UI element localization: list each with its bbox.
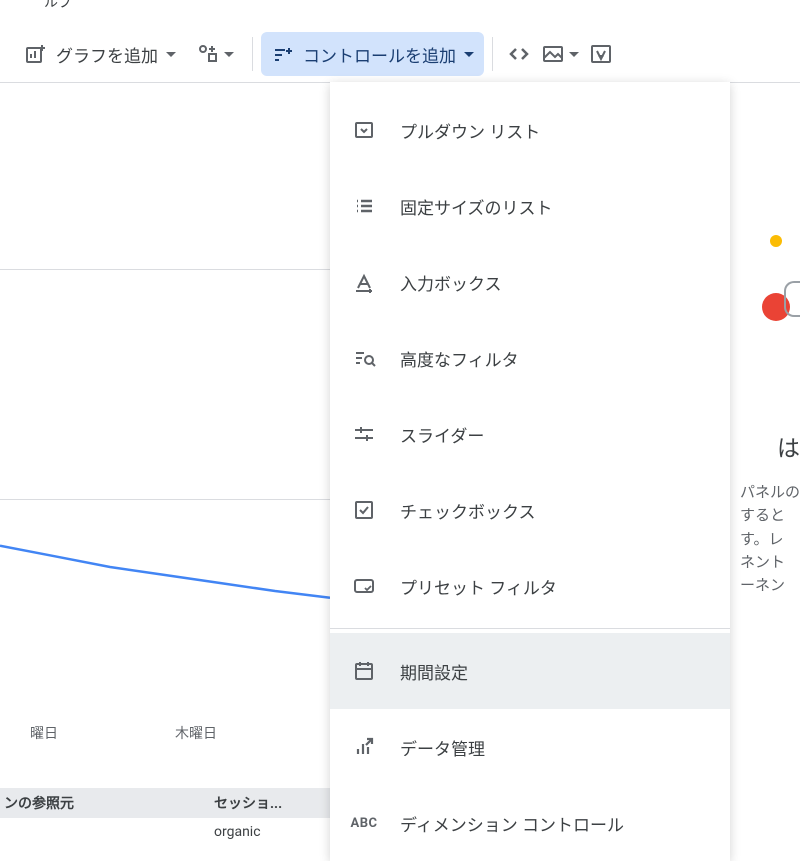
checkbox-icon [352,498,376,522]
chevron-down-icon [166,52,176,57]
menu-item-dimension-control[interactable]: ABC ディメンション コントロール [330,785,730,861]
dimension-control-icon: ABC [352,811,376,835]
menu-item-label: 固定サイズのリスト [400,194,708,219]
menu-separator [330,628,730,629]
data-table[interactable]: ンの参照元 セッショ... organic [0,788,330,846]
menu-item-checkbox[interactable]: チェックボックス [330,472,730,548]
image-icon [541,42,565,66]
menu-item-dropdown-list[interactable]: プルダウン リスト [330,92,730,168]
line-chart[interactable] [0,503,330,703]
advanced-filter-icon [352,346,376,370]
input-box-icon [352,270,376,294]
image-button[interactable] [537,32,583,76]
add-community-viz-button[interactable] [186,32,244,76]
menu-item-fixed-list[interactable]: 固定サイズのリスト [330,168,730,244]
menu-item-slider[interactable]: スライダー [330,396,730,472]
bar-chart-add-icon [24,42,48,66]
add-control-button[interactable]: コントロールを追加 [261,32,484,76]
add-control-label: コントロールを追加 [303,42,456,67]
right-panel-text: パネルの すると す。レ ネント ーネン [740,481,800,597]
menu-item-advanced-filter[interactable]: 高度なフィルタ [330,320,730,396]
toolbar: グラフを追加 コントロールを追加 [0,26,800,82]
embed-code-button[interactable] [501,32,537,76]
text-button[interactable] [583,32,619,76]
menu-item-label: スライダー [400,422,708,447]
table-header: ンの参照元 セッショ... [0,788,330,818]
date-range-icon [352,659,376,683]
code-icon [507,42,531,66]
menu-item-label: 期間設定 [400,659,708,684]
menu-item-label: プリセット フィルタ [400,574,708,599]
add-control-menu: プルダウン リスト 固定サイズのリスト 入力ボックス [330,82,730,861]
menu-item-preset-filter[interactable]: プリセット フィルタ [330,548,730,624]
chart-gridline [0,499,330,500]
dropdown-list-icon [352,118,376,142]
chevron-down-icon [224,52,234,57]
add-chart-label: グラフを追加 [56,42,158,67]
table-header-cell[interactable]: ンの参照元 [0,793,210,813]
menu-item-label: ディメンション コントロール [400,811,708,836]
shapes-add-icon [196,42,220,66]
toolbar-separator [492,37,493,71]
fixed-list-icon [352,194,376,218]
chevron-down-icon [464,52,474,57]
table-header-cell[interactable]: セッショ... [210,793,330,813]
menu-item-input-box[interactable]: 入力ボックス [330,244,730,320]
chart-gridline [0,269,330,270]
add-chart-button[interactable]: グラフを追加 [14,32,186,76]
table-cell: organic [210,824,330,840]
x-axis-tick-label: 木曜日 [175,723,217,743]
menu-item-label: プルダウン リスト [400,118,708,143]
menu-item-label: 入力ボックス [400,270,708,295]
data-control-icon [352,735,376,759]
menu-item-label: データ管理 [400,735,708,760]
text-box-icon [589,42,613,66]
decorative-shape [784,281,800,317]
menu-item-data-control[interactable]: データ管理 [330,709,730,785]
toolbar-separator [252,37,253,71]
slider-icon [352,422,376,446]
filter-add-icon [271,42,295,66]
decorative-dot-yellow [770,235,782,247]
right-panel-heading: は [777,429,800,463]
page-fragment-text: ルプ [44,0,72,12]
preset-filter-icon [352,574,376,598]
menu-item-label: チェックボックス [400,498,708,523]
table-row[interactable]: organic [0,818,330,846]
x-axis-tick-label: 曜日 [30,723,58,743]
menu-item-date-range[interactable]: 期間設定 [330,633,730,709]
menu-item-label: 高度なフィルタ [400,346,708,371]
chevron-down-icon [569,52,579,57]
